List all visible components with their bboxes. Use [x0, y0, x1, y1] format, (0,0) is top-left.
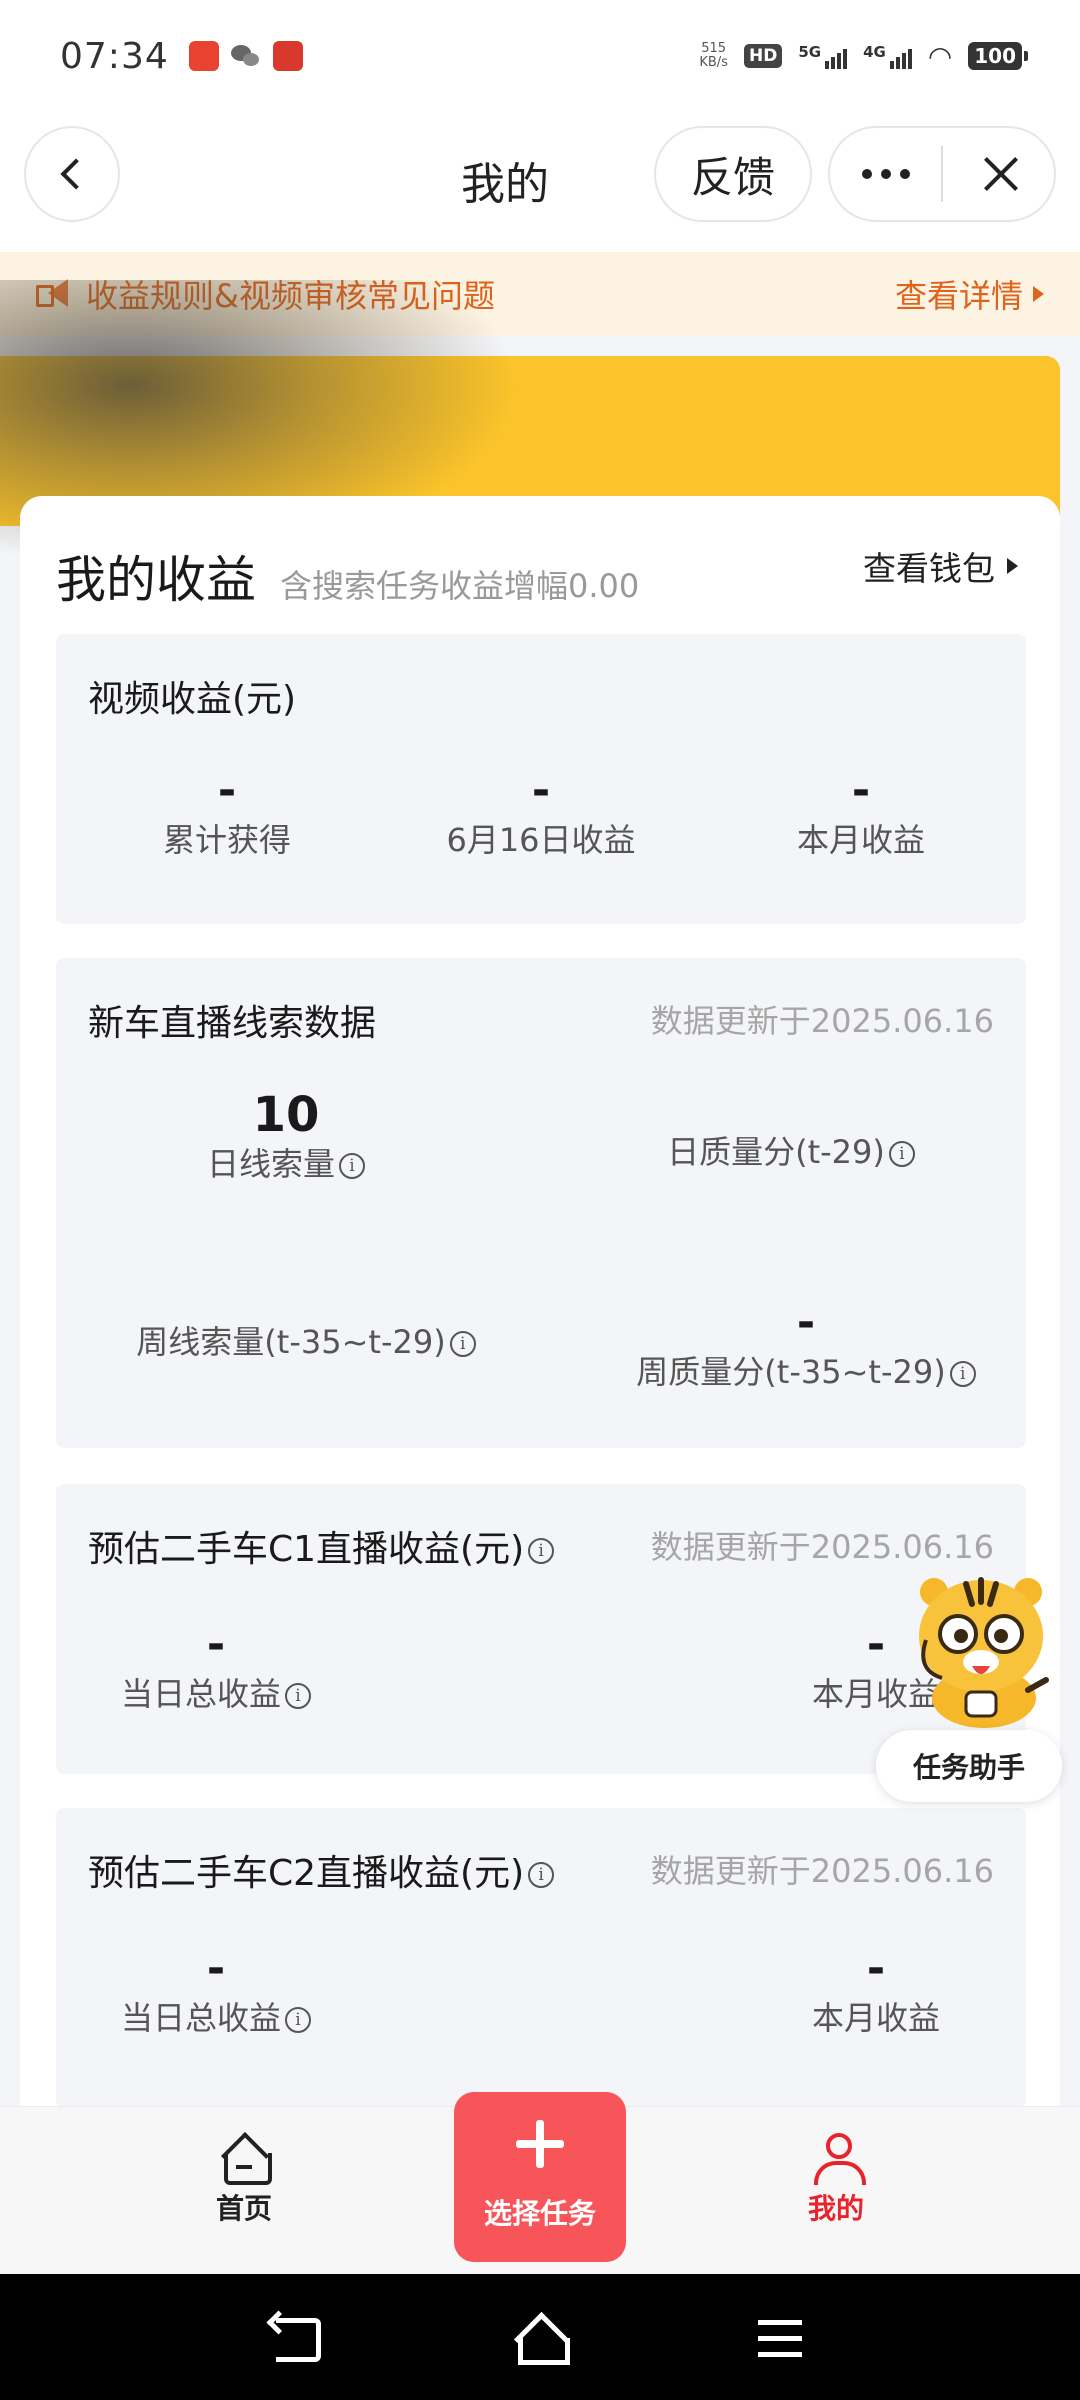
- hd-voice-icon: HD: [743, 44, 783, 68]
- c1-income-updated: 数据更新于2025.06.16: [650, 1528, 994, 1566]
- stat-weekly-quality: - 周质量分(t-35~t-29) i: [616, 1296, 996, 1394]
- stat-total-earned: - 累计获得: [162, 765, 291, 859]
- info-icon[interactable]: i: [285, 1683, 311, 1709]
- view-details-link[interactable]: 查看详情: [895, 271, 1044, 317]
- person-icon: [812, 2133, 866, 2185]
- plus-icon: [516, 2120, 564, 2168]
- tab-home-label: 首页: [215, 2192, 272, 2225]
- info-icon[interactable]: i: [528, 1862, 555, 1888]
- stat-day-income: - 6月16日收益: [446, 765, 636, 859]
- c2-income-title: 预估二手车C2直播收益(元) i: [88, 1844, 555, 1896]
- notice-text: 收益规则&视频审核常见问题: [86, 277, 495, 315]
- tab-mine[interactable]: 我的: [756, 2121, 916, 2227]
- mini-program-capsule: [828, 126, 1056, 222]
- feedback-button[interactable]: 反馈: [654, 126, 812, 222]
- tab-mine-label: 我的: [807, 2192, 864, 2225]
- stat-c1-daily: - 当日总收益 i: [86, 1618, 346, 1716]
- task-assistant-label: 任务助手: [876, 1730, 1062, 1802]
- system-back-icon[interactable]: [270, 2314, 330, 2364]
- more-icon[interactable]: [830, 169, 941, 179]
- task-assistant[interactable]: 任务助手: [876, 1570, 1066, 1810]
- info-icon[interactable]: i: [888, 1141, 915, 1167]
- info-icon[interactable]: i: [449, 1331, 476, 1357]
- live-leads-panel: 新车直播线索数据 数据更新于2025.06.16 10 日线索量 i 日质量分(t…: [56, 958, 1026, 1448]
- close-icon[interactable]: [943, 126, 1054, 222]
- wifi-icon: ◠: [927, 39, 953, 73]
- system-home-icon[interactable]: [510, 2314, 570, 2365]
- nav-bar: 我的 反馈: [0, 112, 1080, 252]
- earnings-title: 我的收益: [56, 551, 256, 609]
- bank-app-icon: [188, 41, 219, 71]
- notification-icons: [188, 41, 303, 71]
- status-time: 07:34: [60, 35, 169, 77]
- c2-income-panel: 预估二手车C2直播收益(元) i 数据更新于2025.06.16 - 当日总收益 i…: [56, 1808, 1026, 2106]
- earnings-subtitle: 含搜索任务收益增幅0.00: [280, 567, 640, 605]
- c1-income-title: 预估二手车C1直播收益(元) i: [88, 1520, 555, 1572]
- earnings-card: 我的收益 含搜索任务收益增幅0.00 查看钱包 视频收益(元) - 累计获得 -…: [20, 496, 1060, 2106]
- live-leads-title: 新车直播线索数据: [88, 1003, 377, 1044]
- signal-4g-icon: 4G: [863, 43, 912, 69]
- info-icon[interactable]: i: [285, 2007, 311, 2033]
- view-wallet-link[interactable]: 查看钱包: [863, 542, 1018, 590]
- system-indicators: 515 KB/s HD 5G 4G ◠ 100: [699, 39, 1028, 73]
- video-income-panel: 视频收益(元) - 累计获得 - 6月16日收益 - 本月收益: [56, 634, 1026, 924]
- caret-right-icon: [1033, 286, 1044, 302]
- wechat-icon: [230, 41, 261, 71]
- video-income-title: 视频收益(元): [88, 679, 297, 720]
- stat-daily-quality: 日质量分(t-29) i: [616, 1130, 966, 1174]
- battery-icon: 100: [968, 42, 1028, 70]
- info-icon[interactable]: i: [339, 1153, 365, 1179]
- stat-c2-daily: - 当日总收益 i: [86, 1942, 346, 2040]
- tiger-mascot-icon: [919, 1577, 1049, 1728]
- megaphone-icon: [34, 279, 72, 309]
- stat-weekly-leads: 周线索量(t-35~t-29) i: [116, 1320, 496, 1364]
- system-menu-icon[interactable]: [752, 2314, 812, 2364]
- home-icon: [222, 2139, 272, 2185]
- tab-home[interactable]: 首页: [164, 2121, 324, 2227]
- live-leads-updated: 数据更新于2025.06.16: [650, 1002, 994, 1040]
- status-bar: 07:34 515 KB/s HD 5G 4G ◠ 100: [0, 0, 1080, 112]
- system-navigation-bar: [0, 2274, 1080, 2400]
- signal-5g-icon: 5G: [798, 43, 848, 69]
- network-speed: 515 KB/s: [699, 41, 728, 70]
- shopping-app-icon: [272, 41, 303, 71]
- c2-income-updated: 数据更新于2025.06.16: [650, 1852, 994, 1890]
- select-task-button[interactable]: 选择任务: [454, 2092, 626, 2262]
- select-task-label: 选择任务: [483, 2197, 596, 2230]
- stat-c2-monthly: - 本月收益: [811, 1943, 940, 2037]
- info-icon[interactable]: i: [949, 1361, 976, 1387]
- stat-daily-leads: 10 日线索量 i: [136, 1088, 436, 1186]
- info-icon[interactable]: i: [528, 1538, 555, 1564]
- notice-bar[interactable]: 收益规则&视频审核常见问题 查看详情: [0, 252, 1080, 336]
- stat-month-income: - 本月收益: [796, 765, 925, 859]
- caret-right-icon: [1007, 558, 1018, 574]
